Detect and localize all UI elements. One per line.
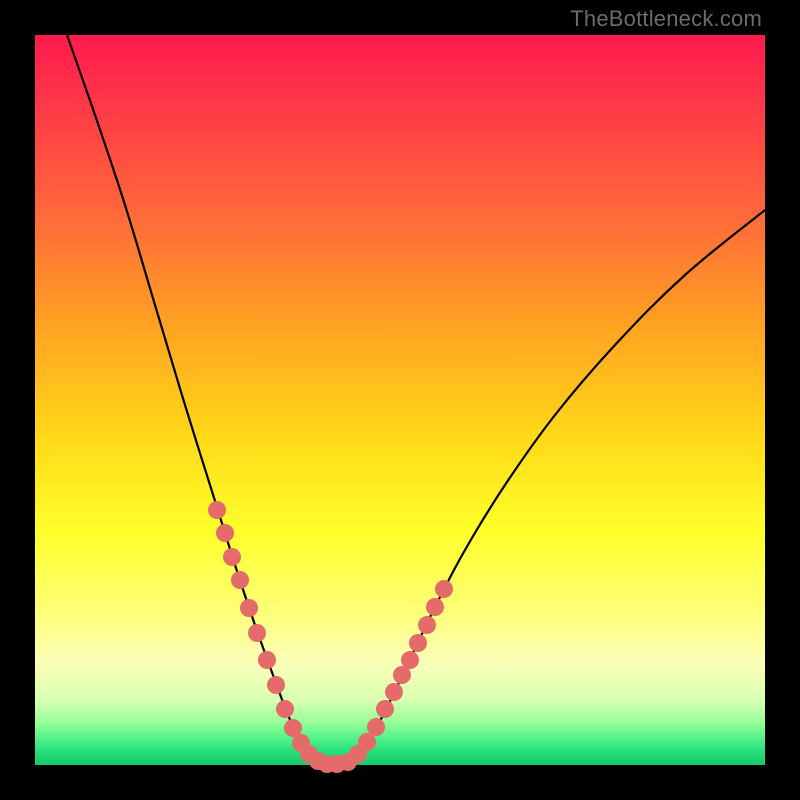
highlighted-segments (208, 501, 453, 773)
curve-svg (35, 35, 765, 765)
marker-dot (401, 651, 419, 669)
marker-dot (426, 598, 444, 616)
marker-dot (435, 580, 453, 598)
marker-dot (231, 571, 249, 589)
marker-dot (267, 676, 285, 694)
marker-dot (358, 733, 376, 751)
marker-dot (367, 718, 385, 736)
marker-dot (385, 683, 403, 701)
marker-dot (216, 524, 234, 542)
attribution-text: TheBottleneck.com (570, 6, 762, 32)
marker-dot (248, 624, 266, 642)
marker-dot (223, 548, 241, 566)
marker-dot (208, 501, 226, 519)
marker-dot (376, 700, 394, 718)
plot-area (35, 35, 765, 765)
marker-dot (409, 634, 427, 652)
marker-dot (240, 599, 258, 617)
chart-frame: TheBottleneck.com (0, 0, 800, 800)
marker-dot (418, 616, 436, 634)
marker-dot (276, 700, 294, 718)
marker-dot (258, 651, 276, 669)
